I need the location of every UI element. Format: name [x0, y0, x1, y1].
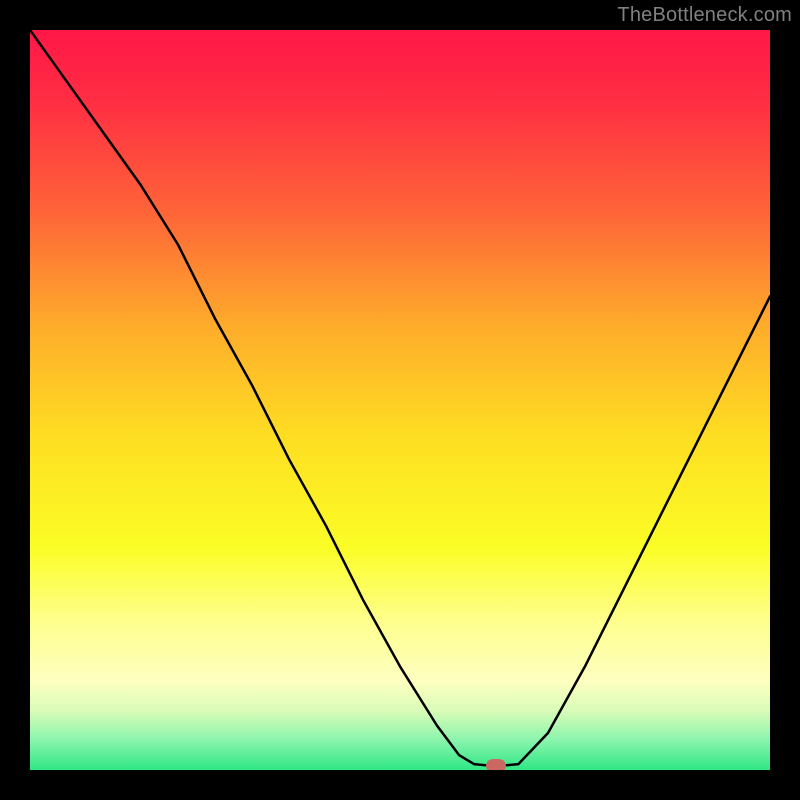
optimal-point-marker	[486, 759, 506, 770]
chart-canvas	[30, 30, 770, 770]
chart-frame: TheBottleneck.com	[0, 0, 800, 800]
gradient-background	[30, 30, 770, 770]
plot-area	[30, 30, 770, 770]
watermark-text: TheBottleneck.com	[617, 4, 792, 27]
